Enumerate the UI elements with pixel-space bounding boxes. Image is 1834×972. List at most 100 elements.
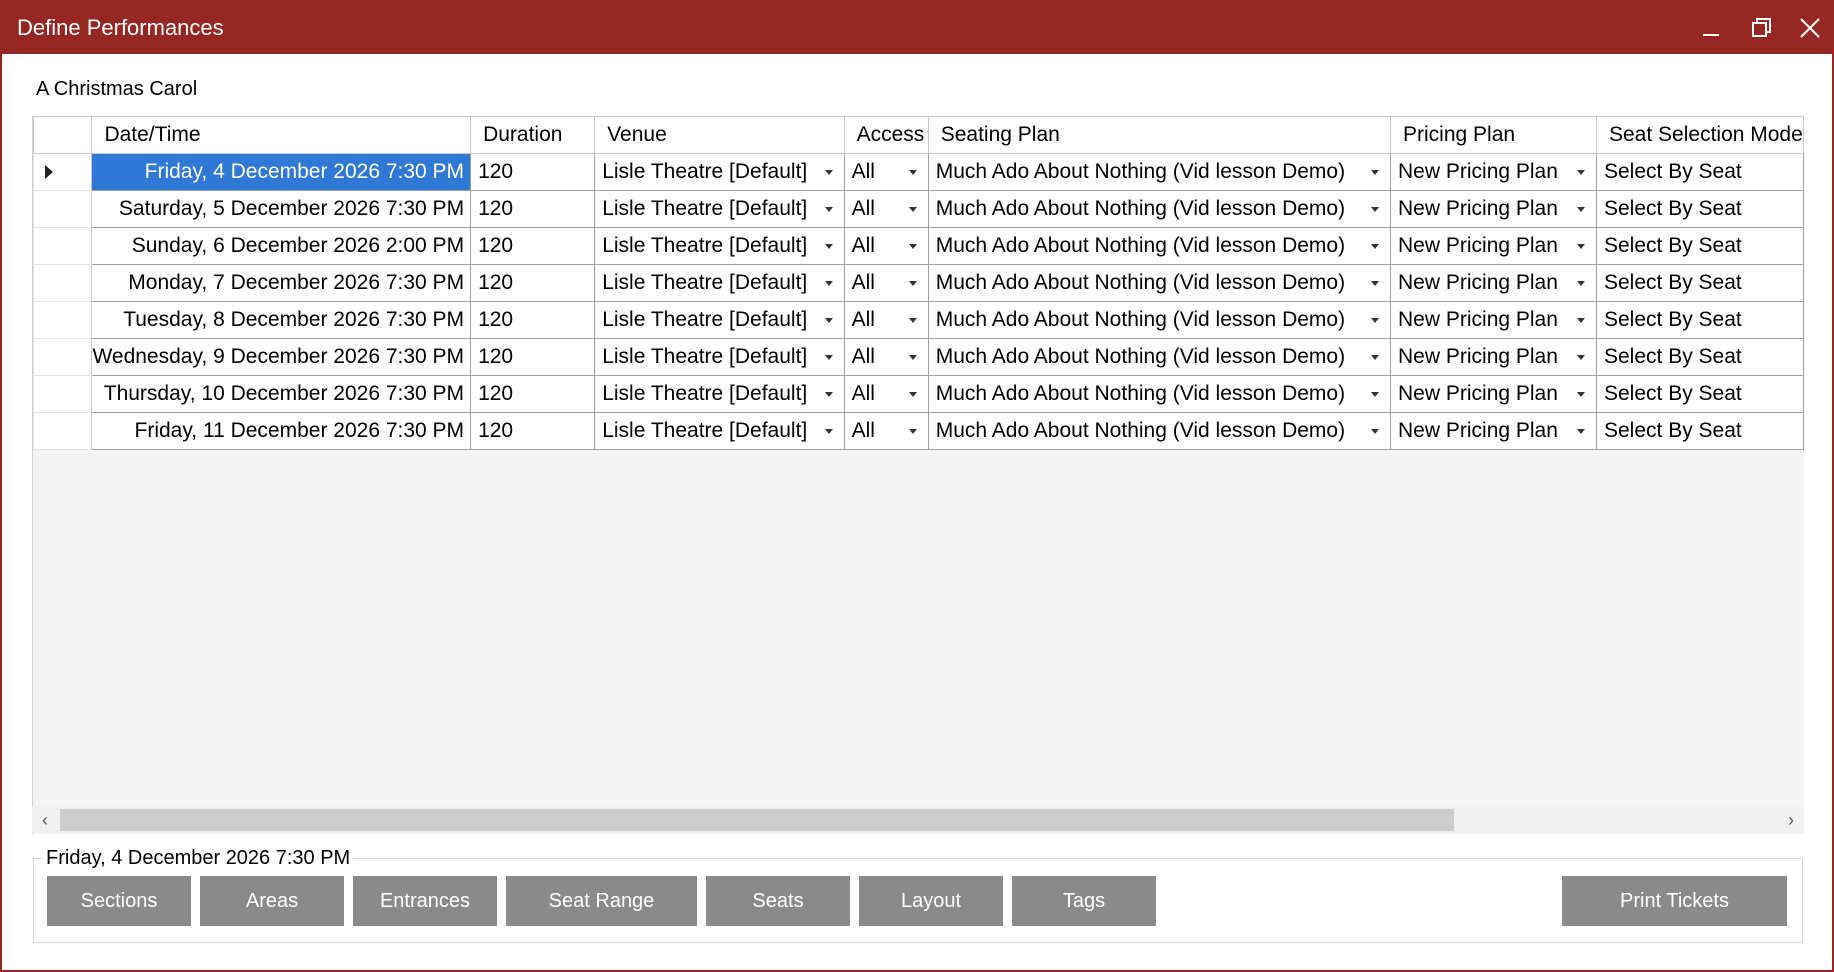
duration-cell[interactable]: 120 xyxy=(470,190,596,228)
column-header-access[interactable]: Access xyxy=(843,116,929,154)
chevron-down-icon[interactable] xyxy=(898,229,927,264)
venue-cell[interactable]: Lisle Theatre [Default] xyxy=(594,412,845,450)
chevron-down-icon[interactable] xyxy=(1566,414,1596,449)
pricing-plan-cell[interactable]: New Pricing Plan xyxy=(1390,301,1597,339)
venue-cell[interactable]: Lisle Theatre [Default] xyxy=(594,153,845,191)
chevron-down-icon[interactable] xyxy=(898,303,927,338)
seats-button[interactable]: Seats xyxy=(706,876,850,926)
minimize-button[interactable] xyxy=(1688,2,1734,54)
chevron-down-icon[interactable] xyxy=(814,414,843,449)
pricing-plan-cell[interactable]: New Pricing Plan xyxy=(1390,153,1597,191)
sections-button[interactable]: Sections xyxy=(47,876,191,926)
chevron-down-icon[interactable] xyxy=(1566,155,1596,190)
chevron-down-icon[interactable] xyxy=(1566,192,1596,227)
venue-cell[interactable]: Lisle Theatre [Default] xyxy=(594,338,845,376)
layout-button[interactable]: Layout xyxy=(859,876,1003,926)
duration-cell[interactable]: 120 xyxy=(470,264,596,302)
chevron-down-icon[interactable] xyxy=(1360,340,1389,375)
access-cell[interactable]: All xyxy=(843,153,929,191)
chevron-down-icon[interactable] xyxy=(1566,340,1596,375)
close-button[interactable] xyxy=(1787,2,1833,54)
chevron-down-icon[interactable] xyxy=(814,229,843,264)
venue-cell[interactable]: Lisle Theatre [Default] xyxy=(594,227,845,265)
column-header-seating-plan[interactable]: Seating Plan xyxy=(927,116,1392,154)
row-header[interactable] xyxy=(33,375,93,413)
column-header-venue[interactable]: Venue xyxy=(594,116,845,154)
chevron-down-icon[interactable] xyxy=(1566,303,1596,338)
chevron-down-icon[interactable] xyxy=(1566,229,1596,264)
seat-selection-mode-cell[interactable]: Select By Seat xyxy=(1596,301,1804,339)
chevron-down-icon[interactable] xyxy=(898,340,927,375)
row-header[interactable] xyxy=(33,412,93,450)
seat-selection-mode-cell[interactable]: Select By Seat xyxy=(1596,227,1804,265)
datetime-cell[interactable]: Saturday, 5 December 2026 7:30 PM xyxy=(91,190,472,228)
seating-plan-cell[interactable]: Much Ado About Nothing (Vid lesson Demo) xyxy=(927,227,1392,265)
chevron-down-icon[interactable] xyxy=(814,340,843,375)
venue-cell[interactable]: Lisle Theatre [Default] xyxy=(594,301,845,339)
access-cell[interactable]: All xyxy=(843,412,929,450)
chevron-down-icon[interactable] xyxy=(898,192,927,227)
scrollbar-thumb[interactable] xyxy=(60,809,1454,831)
table-row[interactable]: Friday, 4 December 2026 7:30 PM 120 Lisle … xyxy=(33,153,1804,191)
seating-plan-cell[interactable]: Much Ado About Nothing (Vid lesson Demo) xyxy=(927,264,1392,302)
datetime-cell[interactable]: Monday, 7 December 2026 7:30 PM xyxy=(91,264,472,302)
access-cell[interactable]: All xyxy=(843,264,929,302)
seat-selection-mode-cell[interactable]: Select By Seat xyxy=(1596,338,1804,376)
seating-plan-cell[interactable]: Much Ado About Nothing (Vid lesson Demo) xyxy=(927,375,1392,413)
chevron-down-icon[interactable] xyxy=(1360,303,1389,338)
column-header-seat-selection-mode[interactable]: Seat Selection Mode xyxy=(1596,116,1804,154)
pricing-plan-cell[interactable]: New Pricing Plan xyxy=(1390,338,1597,376)
seat-selection-mode-cell[interactable]: Select By Seat xyxy=(1596,412,1804,450)
venue-cell[interactable]: Lisle Theatre [Default] xyxy=(594,375,845,413)
venue-cell[interactable]: Lisle Theatre [Default] xyxy=(594,190,845,228)
venue-cell[interactable]: Lisle Theatre [Default] xyxy=(594,264,845,302)
seating-plan-cell[interactable]: Much Ado About Nothing (Vid lesson Demo) xyxy=(927,190,1392,228)
table-row[interactable]: Monday, 7 December 2026 7:30 PM 120 Lisle … xyxy=(33,264,1804,302)
row-header[interactable] xyxy=(33,301,93,339)
pricing-plan-cell[interactable]: New Pricing Plan xyxy=(1390,190,1597,228)
maximize-button[interactable] xyxy=(1739,2,1785,54)
chevron-down-icon[interactable] xyxy=(814,192,843,227)
chevron-down-icon[interactable] xyxy=(1360,377,1389,412)
access-cell[interactable]: All xyxy=(843,227,929,265)
duration-cell[interactable]: 120 xyxy=(470,153,596,191)
access-cell[interactable]: All xyxy=(843,301,929,339)
chevron-down-icon[interactable] xyxy=(898,414,927,449)
column-header-duration[interactable]: Duration xyxy=(470,116,596,154)
chevron-down-icon[interactable] xyxy=(898,377,927,412)
access-cell[interactable]: All xyxy=(843,375,929,413)
table-row[interactable]: Friday, 11 December 2026 7:30 PM 120 Lisle… xyxy=(33,412,1804,450)
seat-selection-mode-cell[interactable]: Select By Seat xyxy=(1596,375,1804,413)
areas-button[interactable]: Areas xyxy=(200,876,344,926)
seating-plan-cell[interactable]: Much Ado About Nothing (Vid lesson Demo) xyxy=(927,338,1392,376)
chevron-down-icon[interactable] xyxy=(1360,192,1389,227)
table-row[interactable]: Wednesday, 9 December 2026 7:30 PM 120 Lis… xyxy=(33,338,1804,376)
duration-cell[interactable]: 120 xyxy=(470,227,596,265)
seating-plan-cell[interactable]: Much Ado About Nothing (Vid lesson Demo) xyxy=(927,153,1392,191)
print-tickets-button[interactable]: Print Tickets xyxy=(1562,876,1787,926)
tags-button[interactable]: Tags xyxy=(1012,876,1156,926)
horizontal-scrollbar[interactable]: ‹ › xyxy=(32,807,1804,833)
chevron-down-icon[interactable] xyxy=(1360,155,1389,190)
seat-selection-mode-cell[interactable]: Select By Seat xyxy=(1596,153,1804,191)
entrances-button[interactable]: Entrances xyxy=(353,876,497,926)
chevron-down-icon[interactable] xyxy=(1360,266,1389,301)
pricing-plan-cell[interactable]: New Pricing Plan xyxy=(1390,375,1597,413)
chevron-down-icon[interactable] xyxy=(1360,229,1389,264)
seating-plan-cell[interactable]: Much Ado About Nothing (Vid lesson Demo) xyxy=(927,301,1392,339)
column-header-datetime[interactable]: Date/Time xyxy=(91,116,472,154)
table-row[interactable]: Tuesday, 8 December 2026 7:30 PM 120 Lisle… xyxy=(33,301,1804,339)
table-row[interactable]: Sunday, 6 December 2026 2:00 PM 120 Lisle … xyxy=(33,227,1804,265)
pricing-plan-cell[interactable]: New Pricing Plan xyxy=(1390,264,1597,302)
access-cell[interactable]: All xyxy=(843,338,929,376)
row-header[interactable] xyxy=(33,338,93,376)
datetime-cell[interactable]: Friday, 11 December 2026 7:30 PM xyxy=(91,412,472,450)
scroll-left-icon[interactable]: ‹ xyxy=(32,807,58,833)
pricing-plan-cell[interactable]: New Pricing Plan xyxy=(1390,227,1597,265)
chevron-down-icon[interactable] xyxy=(898,266,927,301)
seat-selection-mode-cell[interactable]: Select By Seat xyxy=(1596,190,1804,228)
seat-selection-mode-cell[interactable]: Select By Seat xyxy=(1596,264,1804,302)
seat-range-button[interactable]: Seat Range xyxy=(506,876,697,926)
chevron-down-icon[interactable] xyxy=(814,303,843,338)
column-header-pricing-plan[interactable]: Pricing Plan xyxy=(1390,116,1597,154)
